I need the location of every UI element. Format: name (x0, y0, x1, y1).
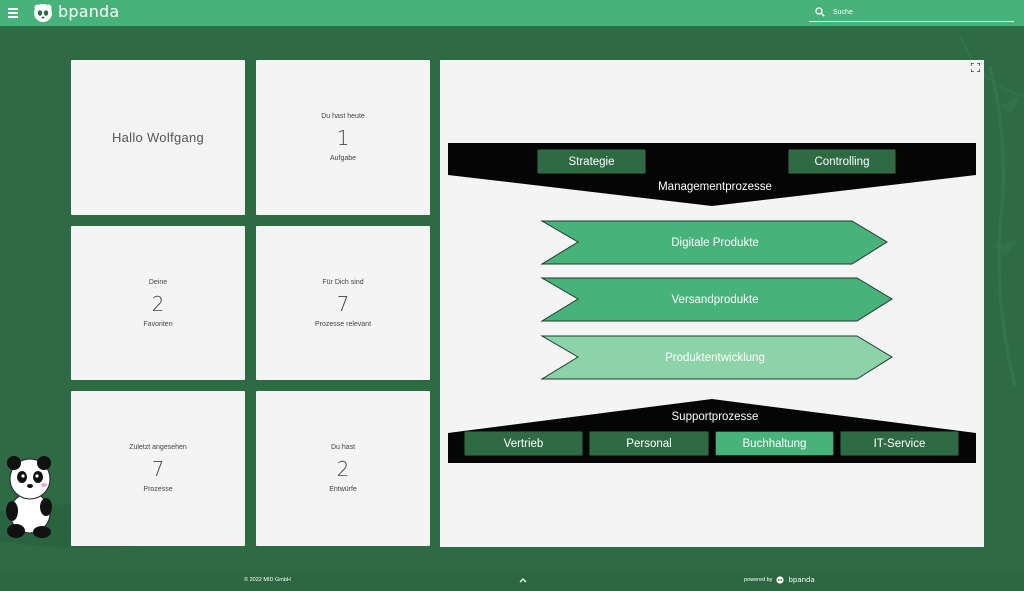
relevant-bottom-text: Prozesse relevant (314, 320, 372, 328)
management-band (448, 143, 976, 206)
chevron-up-icon[interactable] (519, 576, 527, 584)
copyright-text: © 2022 MID GmbH (244, 577, 291, 583)
search-icon (815, 7, 825, 17)
relevant-count: 7 (336, 291, 350, 316)
drafts-card[interactable]: Du hast 2 Entwürfe (256, 391, 430, 546)
recent-count: 7 (151, 457, 165, 481)
favorites-card[interactable]: Deine 2 Favoriten (71, 226, 245, 380)
process-produktentwicklung[interactable]: Produktentwicklung (590, 336, 840, 379)
powered-by: powered by bpanda (744, 576, 815, 584)
relevant-top-text: Für Dich sind (322, 278, 364, 286)
process-versandprodukte[interactable]: Versandprodukte (590, 278, 840, 321)
search-box[interactable] (809, 4, 1014, 22)
tasks-bottom-text: Aufgabe (329, 155, 357, 162)
tasks-card[interactable]: Du hast heute 1 Aufgabe (256, 60, 430, 215)
process-buchhaltung[interactable]: Buchhaltung (715, 431, 834, 456)
favorites-bottom-text: Favoriten (143, 320, 173, 328)
drafts-count: 2 (336, 457, 350, 481)
menu-icon[interactable] (8, 8, 18, 18)
brand-name[interactable]: bpanda (58, 2, 119, 21)
powered-by-text: powered by (744, 577, 773, 583)
process-vertrieb[interactable]: Vertrieb (464, 431, 583, 456)
footer: © 2022 MID GmbH powered by bpanda (0, 571, 1024, 591)
process-personal[interactable]: Personal (589, 431, 709, 456)
greeting-card: Hallo Wolfgang (71, 60, 245, 215)
recent-bottom-text: Prozesse (143, 486, 173, 493)
process-strategie[interactable]: Strategie (537, 149, 646, 174)
drafts-bottom-text: Entwürfe (329, 486, 357, 493)
favorites-count: 2 (151, 291, 165, 316)
process-it-service[interactable]: IT-Service (840, 431, 959, 456)
footer-brand: bpanda (788, 576, 815, 584)
favorites-top-text: Deine (148, 278, 168, 286)
drafts-top-text: Du hast (330, 444, 356, 451)
search-input[interactable] (833, 5, 1003, 19)
fullscreen-icon[interactable] (971, 63, 980, 72)
recent-top-text: Zuletzt angesehen (129, 444, 187, 451)
process-digitale-produkte[interactable]: Digitale Produkte (590, 221, 840, 264)
support-label: Supportprozesse (671, 411, 759, 423)
footer-panda-logo-icon (776, 576, 785, 584)
tasks-count: 1 (336, 126, 350, 150)
management-label: Managementprozesse (658, 181, 772, 193)
process-controlling[interactable]: Controlling (788, 149, 896, 174)
tasks-top-text: Du hast heute (321, 113, 365, 120)
relevant-processes-card[interactable]: Für Dich sind 7 Prozesse relevant (256, 226, 430, 380)
greeting-text: Hallo Wolfgang (111, 130, 205, 145)
panda-logo-icon[interactable] (33, 3, 53, 23)
top-bar: bpanda (0, 0, 1024, 26)
panda-mascot-icon (6, 456, 52, 538)
recently-viewed-card[interactable]: Zuletzt angesehen 7 Prozesse (71, 391, 245, 546)
